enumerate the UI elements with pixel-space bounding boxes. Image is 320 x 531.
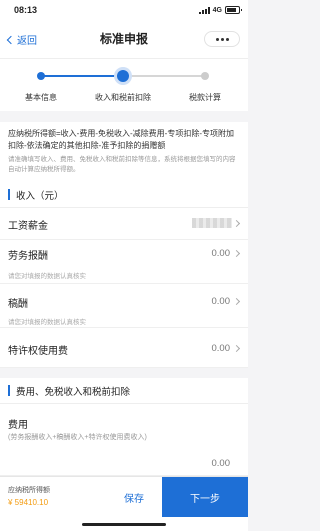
deduction-section-header: 费用、免税收入和税前扣除 [0, 378, 248, 404]
royalty-label: 稿酬 [8, 299, 28, 310]
royalty-value: 0.00 [211, 296, 231, 307]
step-indicator: 基本信息 收入和税前扣除 税款计算 [0, 58, 248, 111]
status-icons: 4G [198, 6, 242, 14]
expense-row[interactable]: 费用 (劳务报酬收入+稿酬收入+特许权使用费收入) 0.00 [0, 404, 248, 476]
step-dot-basic-info [37, 72, 45, 80]
more-options-button[interactable] [204, 31, 240, 47]
formula-text: 应纳税所得额=收入-费用-免税收入-减除费用-专项扣除-专项附加扣除-依法确定的… [8, 129, 234, 150]
navigation-bar: 返回 标准申报 [0, 20, 248, 58]
franchise-value: 0.00 [211, 343, 231, 354]
step-label-basic-info: 基本信息 [25, 93, 57, 102]
chevron-right-icon [232, 297, 241, 306]
save-button[interactable]: 保存 [108, 477, 160, 517]
chevron-right-icon [232, 344, 241, 353]
expense-label: 费用 [8, 420, 28, 431]
wage-row[interactable]: 工资薪金 [0, 208, 248, 240]
labor-hint: 请您对填报的数据认真核实 [8, 273, 86, 280]
royalty-row[interactable]: 稿酬 0.00 请您对填报的数据认真核实 [0, 284, 248, 328]
expense-value: 0.00 [211, 458, 231, 469]
labor-label: 劳务报酬 [8, 251, 48, 262]
labor-value: 0.00 [211, 248, 231, 259]
taxable-income-value: ¥ 59410.10 [8, 498, 49, 507]
step-connector-pending [123, 75, 205, 77]
formula-tip: 请准确填写收入、费用、免税收入和税前扣除等信息，系统将根据您填写的内容自动计算应… [8, 156, 236, 173]
status-time: 08:13 [14, 5, 38, 15]
next-step-button[interactable]: 下一步 [162, 477, 248, 517]
network-label: 4G [212, 6, 222, 14]
signal-icon [198, 6, 210, 14]
bottom-action-bar: 应纳税所得额 ¥ 59410.10 保存 下一步 [0, 476, 248, 531]
wage-value-masked [192, 218, 232, 228]
franchise-row[interactable]: 特许权使用费 0.00 [0, 328, 248, 368]
step-label-tax-calc: 税款计算 [189, 93, 221, 102]
franchise-label: 特许权使用费 [8, 346, 68, 357]
step-dot-tax-calc [201, 72, 209, 80]
expense-subtitle: (劳务报酬收入+稿酬收入+特许权使用费收入) [8, 434, 147, 441]
section-accent-bar [8, 189, 10, 200]
royalty-hint: 请您对填报的数据认真核实 [8, 319, 86, 326]
status-bar: 08:13 4G [0, 0, 248, 20]
taxable-income-label: 应纳税所得额 [8, 487, 50, 494]
chevron-right-icon [232, 219, 241, 228]
step-dot-income [117, 70, 129, 82]
deduction-section-title: 费用、免税收入和税前扣除 [16, 387, 131, 398]
battery-icon [225, 6, 242, 14]
labor-row[interactable]: 劳务报酬 0.00 请您对填报的数据认真核实 [0, 240, 248, 284]
step-label-income: 收入和税前扣除 [95, 93, 151, 102]
step-connector-done [41, 75, 123, 77]
income-section-header: 收入（元） [0, 182, 248, 208]
more-icon [215, 37, 219, 41]
home-indicator[interactable] [82, 523, 166, 526]
section-accent-bar [8, 385, 10, 396]
wage-label: 工资薪金 [8, 221, 48, 232]
income-section-title: 收入（元） [16, 191, 64, 202]
chevron-right-icon [232, 249, 241, 258]
